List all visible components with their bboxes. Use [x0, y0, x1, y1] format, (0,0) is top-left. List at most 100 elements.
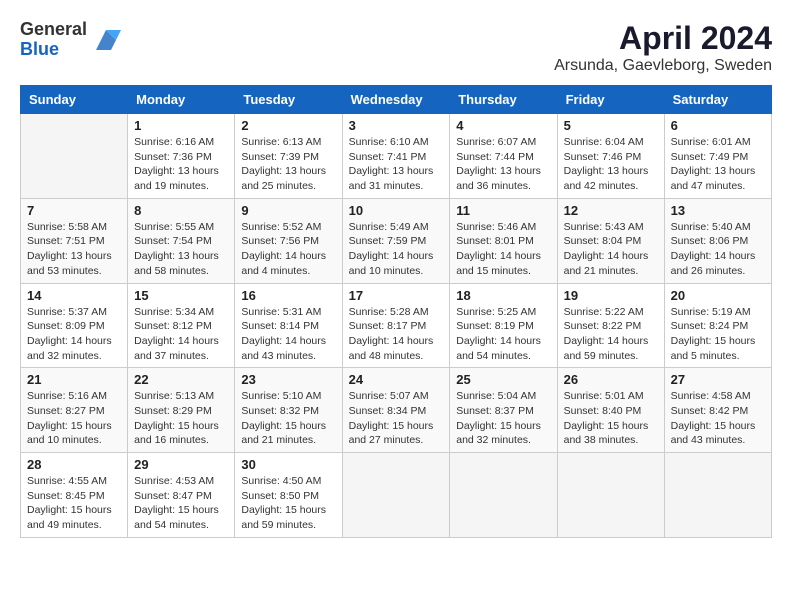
- day-number: 13: [671, 203, 765, 218]
- day-info: Sunrise: 6:07 AM Sunset: 7:44 PM Dayligh…: [456, 135, 550, 194]
- title-block: April 2024 Arsunda, Gaevleborg, Sweden: [554, 20, 772, 75]
- day-number: 27: [671, 372, 765, 387]
- day-info: Sunrise: 5:58 AM Sunset: 7:51 PM Dayligh…: [27, 220, 121, 279]
- day-number: 26: [564, 372, 658, 387]
- calendar-cell: 12 Sunrise: 5:43 AM Sunset: 8:04 PM Dayli…: [557, 198, 664, 283]
- calendar-cell: 8 Sunrise: 5:55 AM Sunset: 7:54 PM Daylig…: [128, 198, 235, 283]
- calendar-cell: 5 Sunrise: 6:04 AM Sunset: 7:46 PM Daylig…: [557, 114, 664, 199]
- calendar-cell: 24 Sunrise: 5:07 AM Sunset: 8:34 PM Dayli…: [342, 368, 450, 453]
- header-wednesday: Wednesday: [342, 86, 450, 114]
- day-info: Sunrise: 5:01 AM Sunset: 8:40 PM Dayligh…: [564, 389, 658, 448]
- calendar-cell: 28 Sunrise: 4:55 AM Sunset: 8:45 PM Dayli…: [21, 453, 128, 538]
- calendar-cell: 14 Sunrise: 5:37 AM Sunset: 8:09 PM Dayli…: [21, 283, 128, 368]
- logo-text: General Blue: [20, 20, 87, 60]
- calendar-cell: 21Sunrise: 5:16 AM Sunset: 8:27 PM Dayli…: [21, 368, 128, 453]
- calendar-cell: 26 Sunrise: 5:01 AM Sunset: 8:40 PM Dayli…: [557, 368, 664, 453]
- calendar-header-row: Sunday Monday Tuesday Wednesday Thursday…: [21, 86, 772, 114]
- calendar-cell: 7 Sunrise: 5:58 AM Sunset: 7:51 PM Daylig…: [21, 198, 128, 283]
- calendar-cell: 27 Sunrise: 4:58 AM Sunset: 8:42 PM Dayli…: [664, 368, 771, 453]
- header-thursday: Thursday: [450, 86, 557, 114]
- day-info: Sunrise: 5:52 AM Sunset: 7:56 PM Dayligh…: [241, 220, 335, 279]
- day-number: 6: [671, 118, 765, 133]
- day-number: 16: [241, 288, 335, 303]
- day-info: Sunrise: 5:10 AM Sunset: 8:32 PM Dayligh…: [241, 389, 335, 448]
- day-number: 28: [27, 457, 121, 472]
- header-sunday: Sunday: [21, 86, 128, 114]
- day-info: Sunrise: 6:13 AM Sunset: 7:39 PM Dayligh…: [241, 135, 335, 194]
- calendar-week-row: 7 Sunrise: 5:58 AM Sunset: 7:51 PM Daylig…: [21, 198, 772, 283]
- day-info: Sunrise: 6:01 AM Sunset: 7:49 PM Dayligh…: [671, 135, 765, 194]
- calendar-cell: 2 Sunrise: 6:13 AM Sunset: 7:39 PM Daylig…: [235, 114, 342, 199]
- day-number: 8: [134, 203, 228, 218]
- calendar-cell: 18 Sunrise: 5:25 AM Sunset: 8:19 PM Dayli…: [450, 283, 557, 368]
- logo-icon: [91, 25, 121, 55]
- day-info: Sunrise: 5:55 AM Sunset: 7:54 PM Dayligh…: [134, 220, 228, 279]
- day-number: 15: [134, 288, 228, 303]
- day-number: 7: [27, 203, 121, 218]
- day-info: Sunrise: 5:07 AM Sunset: 8:34 PM Dayligh…: [349, 389, 444, 448]
- day-info: Sunrise: 6:10 AM Sunset: 7:41 PM Dayligh…: [349, 135, 444, 194]
- header-tuesday: Tuesday: [235, 86, 342, 114]
- calendar-week-row: 21Sunrise: 5:16 AM Sunset: 8:27 PM Dayli…: [21, 368, 772, 453]
- calendar-cell: 30 Sunrise: 4:50 AM Sunset: 8:50 PM Dayli…: [235, 453, 342, 538]
- calendar-cell: 23 Sunrise: 5:10 AM Sunset: 8:32 PM Dayli…: [235, 368, 342, 453]
- day-number: 23: [241, 372, 335, 387]
- calendar-cell: 4 Sunrise: 6:07 AM Sunset: 7:44 PM Daylig…: [450, 114, 557, 199]
- logo-general: General: [20, 20, 87, 40]
- day-number: 14: [27, 288, 121, 303]
- header-friday: Friday: [557, 86, 664, 114]
- day-number: 10: [349, 203, 444, 218]
- calendar-table: Sunday Monday Tuesday Wednesday Thursday…: [20, 85, 772, 538]
- day-number: 4: [456, 118, 550, 133]
- day-number: 24: [349, 372, 444, 387]
- day-number: 22: [134, 372, 228, 387]
- day-number: 1: [134, 118, 228, 133]
- day-info: Sunrise: 6:04 AM Sunset: 7:46 PM Dayligh…: [564, 135, 658, 194]
- calendar-cell: [664, 453, 771, 538]
- logo-blue: Blue: [20, 40, 87, 60]
- calendar-cell: [557, 453, 664, 538]
- day-info: Sunrise: 5:22 AM Sunset: 8:22 PM Dayligh…: [564, 305, 658, 364]
- month-year-title: April 2024: [554, 20, 772, 57]
- day-info: Sunrise: 4:58 AM Sunset: 8:42 PM Dayligh…: [671, 389, 765, 448]
- day-info: Sunrise: 5:13 AM Sunset: 8:29 PM Dayligh…: [134, 389, 228, 448]
- calendar-cell: 10Sunrise: 5:49 AM Sunset: 7:59 PM Dayli…: [342, 198, 450, 283]
- calendar-week-row: 1 Sunrise: 6:16 AM Sunset: 7:36 PM Daylig…: [21, 114, 772, 199]
- calendar-cell: 17Sunrise: 5:28 AM Sunset: 8:17 PM Dayli…: [342, 283, 450, 368]
- calendar-cell: 16Sunrise: 5:31 AM Sunset: 8:14 PM Dayli…: [235, 283, 342, 368]
- day-info: Sunrise: 4:50 AM Sunset: 8:50 PM Dayligh…: [241, 474, 335, 533]
- day-info: Sunrise: 5:37 AM Sunset: 8:09 PM Dayligh…: [27, 305, 121, 364]
- day-info: Sunrise: 5:25 AM Sunset: 8:19 PM Dayligh…: [456, 305, 550, 364]
- day-number: 25: [456, 372, 550, 387]
- header-saturday: Saturday: [664, 86, 771, 114]
- day-info: Sunrise: 4:55 AM Sunset: 8:45 PM Dayligh…: [27, 474, 121, 533]
- day-info: Sunrise: 5:34 AM Sunset: 8:12 PM Dayligh…: [134, 305, 228, 364]
- calendar-cell: 20 Sunrise: 5:19 AM Sunset: 8:24 PM Dayli…: [664, 283, 771, 368]
- calendar-cell: 6 Sunrise: 6:01 AM Sunset: 7:49 PM Daylig…: [664, 114, 771, 199]
- day-info: Sunrise: 5:19 AM Sunset: 8:24 PM Dayligh…: [671, 305, 765, 364]
- day-number: 17: [349, 288, 444, 303]
- day-number: 19: [564, 288, 658, 303]
- day-number: 29: [134, 457, 228, 472]
- day-number: 2: [241, 118, 335, 133]
- day-number: 11: [456, 203, 550, 218]
- day-number: 9: [241, 203, 335, 218]
- day-number: 18: [456, 288, 550, 303]
- day-number: 20: [671, 288, 765, 303]
- calendar-week-row: 14 Sunrise: 5:37 AM Sunset: 8:09 PM Dayli…: [21, 283, 772, 368]
- day-info: Sunrise: 5:40 AM Sunset: 8:06 PM Dayligh…: [671, 220, 765, 279]
- day-number: 21: [27, 372, 121, 387]
- calendar-cell: 11Sunrise: 5:46 AM Sunset: 8:01 PM Dayli…: [450, 198, 557, 283]
- day-info: Sunrise: 6:16 AM Sunset: 7:36 PM Dayligh…: [134, 135, 228, 194]
- calendar-cell: [21, 114, 128, 199]
- day-info: Sunrise: 5:43 AM Sunset: 8:04 PM Dayligh…: [564, 220, 658, 279]
- calendar-cell: 15 Sunrise: 5:34 AM Sunset: 8:12 PM Dayli…: [128, 283, 235, 368]
- calendar-cell: 25 Sunrise: 5:04 AM Sunset: 8:37 PM Dayli…: [450, 368, 557, 453]
- calendar-cell: 13 Sunrise: 5:40 AM Sunset: 8:06 PM Dayli…: [664, 198, 771, 283]
- day-number: 30: [241, 457, 335, 472]
- day-info: Sunrise: 5:04 AM Sunset: 8:37 PM Dayligh…: [456, 389, 550, 448]
- calendar-cell: 1 Sunrise: 6:16 AM Sunset: 7:36 PM Daylig…: [128, 114, 235, 199]
- day-number: 12: [564, 203, 658, 218]
- calendar-cell: 29Sunrise: 4:53 AM Sunset: 8:47 PM Dayli…: [128, 453, 235, 538]
- day-number: 5: [564, 118, 658, 133]
